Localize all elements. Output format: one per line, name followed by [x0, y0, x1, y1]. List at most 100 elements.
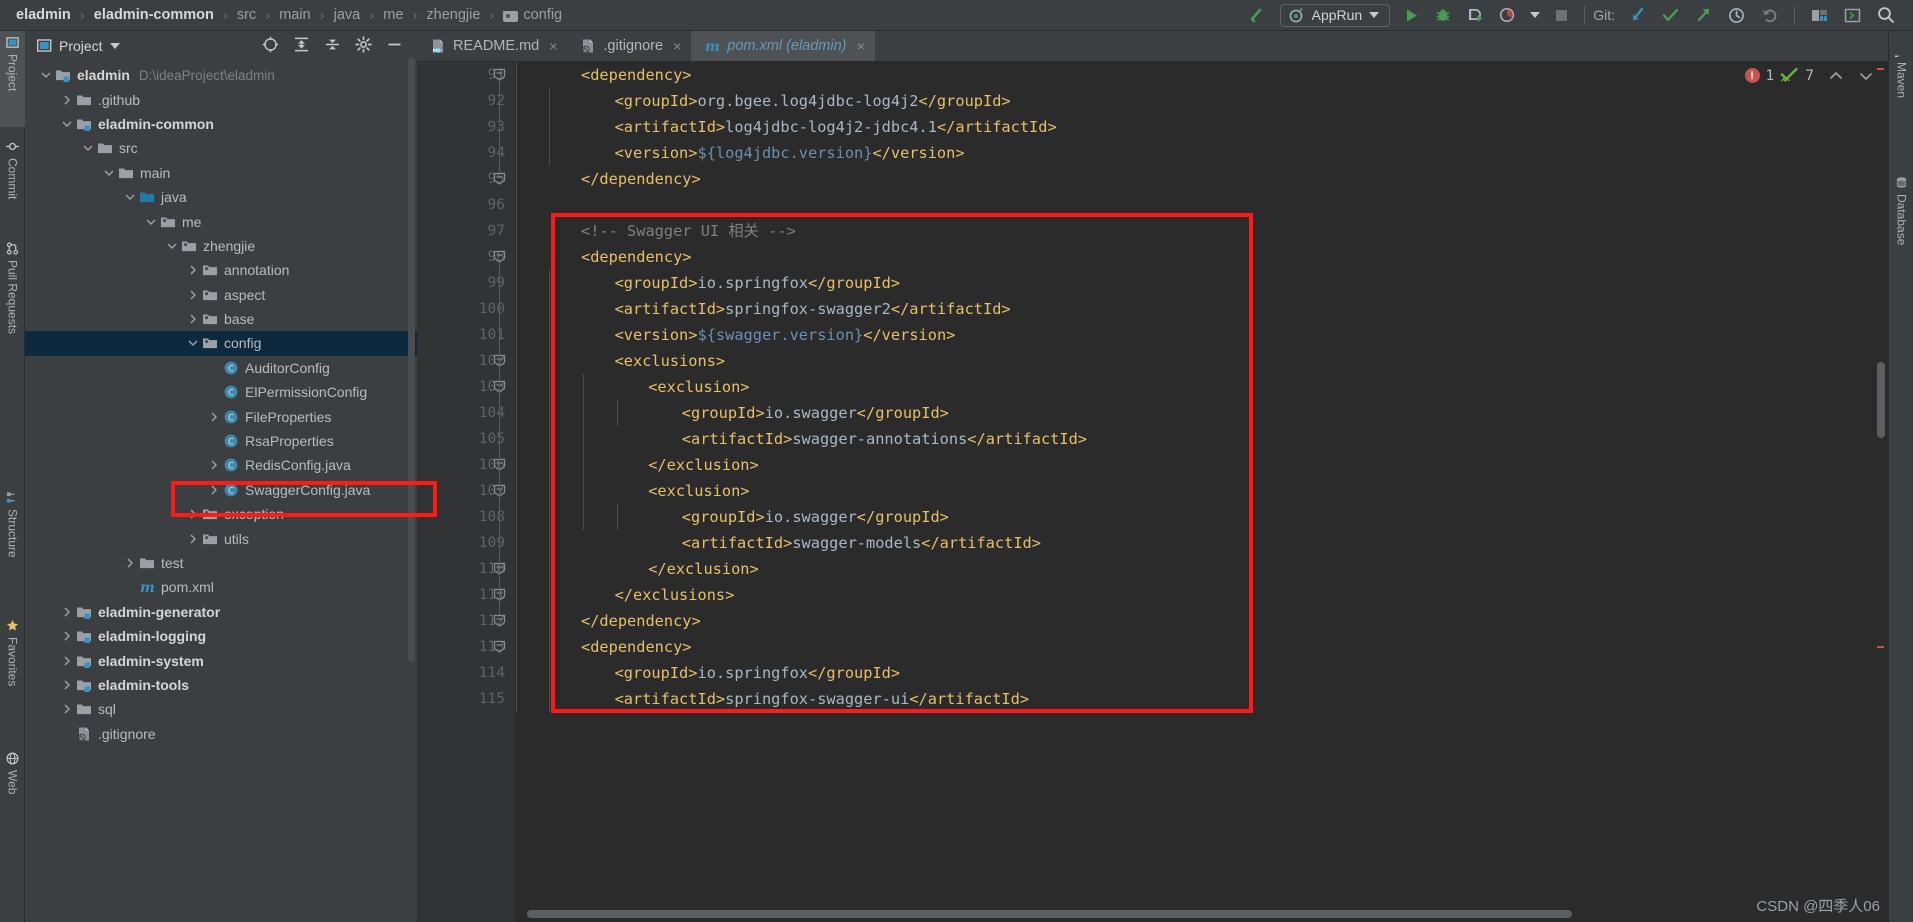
tree-row[interactable]: config	[25, 331, 417, 356]
git-commit-icon[interactable]	[1654, 0, 1687, 31]
breadcrumb-item-main[interactable]: main	[277, 0, 312, 30]
close-icon[interactable]: ×	[673, 38, 681, 54]
tree-row[interactable]: me	[25, 209, 417, 233]
build-hammer-icon[interactable]	[1240, 0, 1274, 31]
breadcrumb-item-zhengjie[interactable]: zhengjie	[424, 0, 482, 30]
chevron-right-icon[interactable]	[186, 288, 199, 301]
chevron-down-icon[interactable]	[1369, 12, 1380, 18]
chevron-right-icon[interactable]	[60, 703, 73, 716]
project-tree[interactable]: eladmin D:\ideaProject\eladmin .github elad…	[25, 61, 417, 922]
restore-layout-icon[interactable]	[1803, 0, 1836, 31]
collapse-all-icon[interactable]	[324, 36, 341, 56]
chevron-down-icon[interactable]	[144, 215, 157, 228]
chevron-down-icon[interactable]	[165, 239, 178, 252]
chevron-right-icon[interactable]	[186, 508, 199, 521]
sidebar-item-pull-requests[interactable]: Pull Requests	[0, 237, 25, 377]
sidebar-item-database[interactable]: Database	[1889, 171, 1913, 287]
chevron-right-icon[interactable]	[207, 459, 220, 472]
editor-vertical-scrollbar[interactable]	[1877, 362, 1885, 438]
sidebar-item-favorites[interactable]: Favorites	[0, 614, 25, 732]
fold-expand-end-icon[interactable]	[493, 172, 506, 185]
tree-row[interactable]: annotation	[25, 258, 417, 282]
editor-horizontal-scrollbar[interactable]	[527, 910, 1572, 918]
chevron-right-icon[interactable]	[60, 605, 73, 618]
chevron-down-icon[interactable]	[1858, 68, 1874, 84]
error-marker[interactable]	[1877, 68, 1884, 70]
tree-row[interactable]: C ElPermissionConfig	[25, 380, 417, 404]
run-with-coverage-button[interactable]	[1459, 0, 1491, 31]
fold-expand-end-icon[interactable]	[493, 614, 506, 627]
breadcrumb-item-me[interactable]: me	[381, 0, 405, 30]
tree-row[interactable]: test	[25, 551, 417, 575]
stop-button[interactable]	[1547, 0, 1576, 31]
close-icon[interactable]: ×	[549, 38, 557, 54]
tree-row[interactable]: C AuditorConfig	[25, 356, 417, 380]
tree-row[interactable]: C RsaProperties	[25, 429, 417, 453]
sidebar-item-project[interactable]: Project	[0, 31, 25, 127]
close-icon[interactable]: ×	[857, 38, 865, 54]
chevron-down-icon[interactable]	[186, 337, 199, 350]
sidebar-item-structure[interactable]: Structure	[0, 486, 25, 596]
tree-row[interactable]: eladmin-tools	[25, 673, 417, 697]
run-button[interactable]	[1396, 0, 1427, 31]
editor-tab[interactable]: MD README.md ×	[417, 31, 567, 61]
settings-gear-icon[interactable]	[355, 36, 372, 56]
select-opened-file-icon[interactable]	[262, 36, 279, 56]
tree-row[interactable]: eladmin-common	[25, 112, 417, 136]
breadcrumb-item-src[interactable]: src	[235, 0, 258, 30]
fold-column[interactable]	[487, 62, 515, 922]
terminal-icon[interactable]	[1836, 0, 1869, 31]
sidebar-item-maven[interactable]: m Maven	[1889, 39, 1913, 135]
expand-all-icon[interactable]	[293, 36, 310, 56]
breadcrumb-item-config[interactable]: config	[501, 0, 564, 30]
chevron-right-icon[interactable]	[60, 630, 73, 643]
chevron-right-icon[interactable]	[123, 557, 136, 570]
chevron-down-icon[interactable]	[60, 117, 73, 130]
tree-row[interactable]: eladmin-generator	[25, 600, 417, 624]
editor-tab[interactable]: m pom.xml (eladmin) ×	[691, 31, 876, 61]
code-content[interactable]: <dependency> <groupId>org.bgee.log4jdbc-l…	[515, 62, 1888, 922]
chevron-right-icon[interactable]	[186, 313, 199, 326]
error-marker[interactable]	[1877, 646, 1884, 648]
tree-row[interactable]: main	[25, 161, 417, 185]
chevron-right-icon[interactable]	[186, 264, 199, 277]
git-rollback-icon[interactable]	[1753, 0, 1786, 31]
chevron-down-icon[interactable]	[102, 166, 115, 179]
debug-button[interactable]	[1427, 0, 1459, 31]
chevron-right-icon[interactable]	[60, 93, 73, 106]
chevron-right-icon[interactable]	[60, 678, 73, 691]
tree-row[interactable]: aspect	[25, 283, 417, 307]
run-configuration-selector[interactable]: AppRun	[1279, 3, 1391, 27]
chevron-down-icon[interactable]	[81, 142, 94, 155]
tree-row[interactable]: C FileProperties	[25, 404, 417, 428]
chevron-right-icon[interactable]	[207, 410, 220, 423]
tree-row[interactable]: m pom.xml	[25, 575, 417, 599]
sidebar-item-commit[interactable]: Commit	[0, 135, 25, 229]
search-everywhere-icon[interactable]	[1869, 0, 1903, 31]
git-history-icon[interactable]	[1720, 0, 1753, 31]
chevron-right-icon[interactable]	[207, 483, 220, 496]
breadcrumb-item-eladmin[interactable]: eladmin	[14, 0, 73, 30]
chevron-up-icon[interactable]	[1828, 68, 1844, 84]
tree-row[interactable]: .gitignore	[25, 722, 417, 746]
tree-row[interactable]: eladmin-system	[25, 648, 417, 672]
chevron-down-icon[interactable]	[123, 191, 136, 204]
editor-tab[interactable]: .gitignore ×	[567, 31, 691, 61]
fold-collapse-icon[interactable]	[493, 640, 506, 653]
tree-row[interactable]: eladmin D:\ideaProject\eladmin	[25, 63, 417, 87]
git-update-icon[interactable]	[1621, 0, 1654, 31]
tree-row[interactable]: sql	[25, 697, 417, 721]
code-editor[interactable]: 91 92 93 94 95 96 97 98 99 100 101 102 103 104 105 106 1…	[417, 62, 1888, 922]
tree-row[interactable]: zhengjie	[25, 234, 417, 258]
sidebar-item-web[interactable]: Web	[0, 747, 25, 819]
hide-panel-icon[interactable]	[386, 36, 403, 56]
git-push-icon[interactable]	[1687, 0, 1720, 31]
chevron-down-icon[interactable]	[109, 43, 120, 49]
tree-row[interactable]: .github	[25, 87, 417, 111]
inspection-widget[interactable]: ! 1 7	[1744, 67, 1874, 84]
tree-row[interactable]: C SwaggerConfig.java	[25, 478, 417, 502]
tree-row[interactable]: base	[25, 307, 417, 331]
tree-row[interactable]: src	[25, 136, 417, 160]
profiler-button[interactable]	[1491, 0, 1523, 31]
breadcrumb-item-java[interactable]: java	[332, 0, 363, 30]
